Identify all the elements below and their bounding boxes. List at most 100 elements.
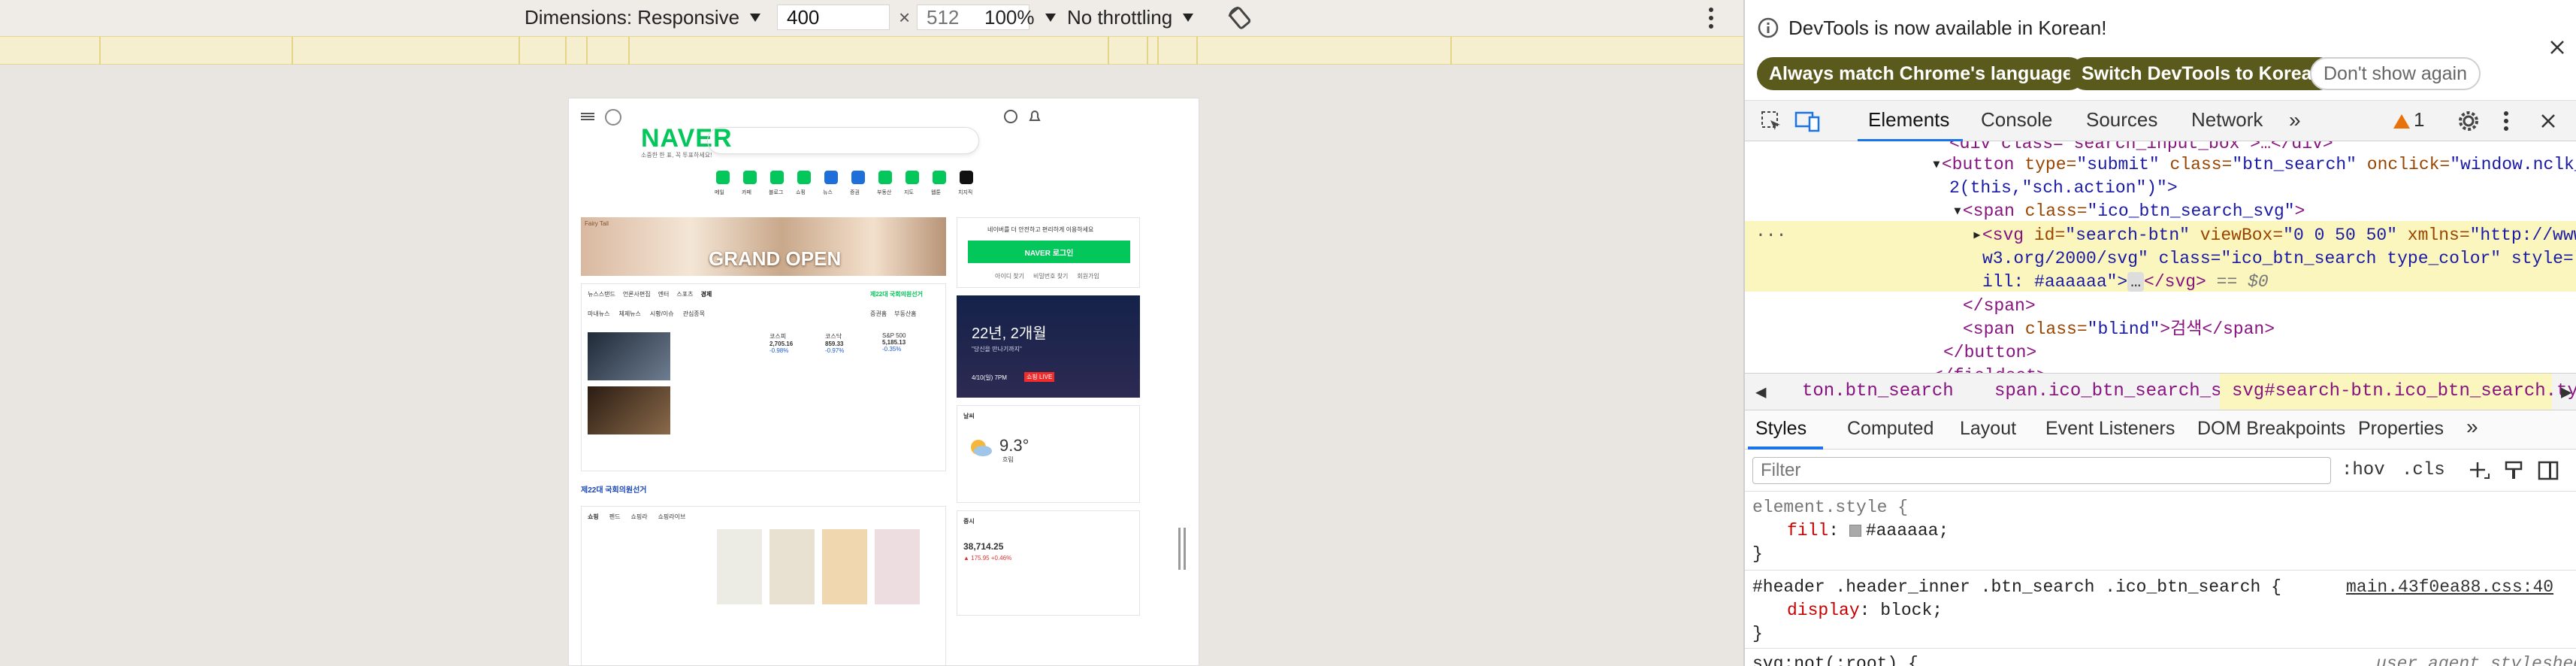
- paint-icon[interactable]: [2504, 460, 2523, 481]
- news-tab[interactable]: 경제: [700, 290, 712, 298]
- product-thumbnail[interactable]: [822, 529, 867, 604]
- news-tab[interactable]: 언론사편집: [623, 290, 651, 298]
- issues-count[interactable]: 1: [2414, 108, 2424, 132]
- news-subtab[interactable]: 마내뉴스: [588, 310, 609, 318]
- news-subtab[interactable]: 체제뉴스: [618, 310, 640, 318]
- close-devtools-icon[interactable]: [2540, 113, 2556, 129]
- shop-tab[interactable]: 쇼핑라: [630, 513, 647, 521]
- more-tabs-icon[interactable]: »: [2289, 108, 2301, 132]
- tab-computed[interactable]: Computed: [1847, 418, 1934, 440]
- stock-cell[interactable]: S&P 500 5,185.13 -0.35%: [882, 332, 906, 353]
- inspect-element-icon[interactable]: [1760, 110, 1782, 132]
- dom-line[interactable]: 2(this,"sch.action")">: [1949, 178, 2178, 198]
- tab-sources[interactable]: Sources: [2086, 108, 2157, 132]
- side-ad[interactable]: 22년, 2개월 "당신을 만나기까지" 4/10(일) 7PM 쇼핑 LIVE: [957, 295, 1140, 398]
- product-thumbnail[interactable]: [717, 529, 762, 604]
- new-rule-icon[interactable]: [2468, 460, 2490, 483]
- breadcrumb-scroll-left-icon[interactable]: ◀: [1755, 381, 1766, 404]
- shortcut-icon[interactable]: [716, 171, 730, 184]
- bell-icon[interactable]: [1027, 109, 1042, 124]
- shop-tab[interactable]: 쇼핑: [588, 513, 599, 521]
- tab-layout[interactable]: Layout: [1960, 418, 2016, 440]
- tab-styles[interactable]: Styles: [1755, 418, 1807, 440]
- color-swatch[interactable]: [1849, 525, 1861, 537]
- menu-icon[interactable]: [581, 112, 594, 121]
- dimensions-dropdown[interactable]: Dimensions: Responsive: [525, 6, 761, 29]
- shortcut-icon[interactable]: [851, 171, 865, 184]
- throttling-dropdown[interactable]: No throttling: [1067, 6, 1194, 29]
- filter-input[interactable]: [1752, 457, 2331, 484]
- zoom-dropdown[interactable]: 100%: [984, 6, 1056, 29]
- shop-tab[interactable]: 쇼핑라이브: [658, 513, 686, 521]
- gear-icon[interactable]: [2457, 110, 2480, 132]
- tab-elements[interactable]: Elements: [1868, 108, 1949, 132]
- always-match-language-button[interactable]: Always match Chrome's language: [1757, 57, 2085, 90]
- breadcrumb-scroll-right-icon[interactable]: ▶: [2561, 381, 2571, 404]
- shortcut-icon[interactable]: [960, 171, 973, 184]
- dom-line[interactable]: ▾<span class="ico_btn_search_svg">: [1952, 200, 2305, 223]
- toggle-sidebar-icon[interactable]: [2537, 460, 2559, 481]
- styles-pane[interactable]: element.style { fill: #aaaaaa; } #header…: [1745, 492, 2576, 666]
- shop-tab[interactable]: 펜드: [609, 513, 621, 521]
- tab-network[interactable]: Network: [2191, 108, 2263, 132]
- shortcut-icon[interactable]: [797, 171, 811, 184]
- tab-dom-breakpoints[interactable]: DOM Breakpoints: [2197, 418, 2345, 440]
- dom-line[interactable]: </button>: [1943, 343, 2036, 362]
- dom-line[interactable]: <div class="search_input_box">…</div>: [1949, 141, 2333, 153]
- more-options-icon[interactable]: [1706, 6, 1716, 30]
- breadcrumb-item[interactable]: span.ico_btn_search_svg: [1994, 381, 2243, 401]
- shortcut-icon[interactable]: [933, 171, 946, 184]
- news-subtab[interactable]: 관심종목: [683, 310, 705, 318]
- node-actions-icon[interactable]: ···: [1755, 224, 1786, 247]
- product-thumbnail[interactable]: [769, 529, 815, 604]
- width-input[interactable]: [777, 5, 890, 30]
- shortcut-icon[interactable]: [878, 171, 892, 184]
- resize-handle[interactable]: [1178, 528, 1186, 570]
- breadcrumb-item[interactable]: ton.btn_search: [1802, 381, 1954, 401]
- search-input[interactable]: [707, 127, 979, 154]
- tab-event-listeners[interactable]: Event Listeners: [2045, 418, 2175, 440]
- stock-cell[interactable]: 코스피 2,705.16 -0.98%: [769, 332, 793, 354]
- device-viewport[interactable]: NAVER 소중한 한 표, 꼭 투표하세요! 메일 카페 블로그 쇼핑 뉴스 증권 부동산…: [568, 98, 1199, 666]
- login-link[interactable]: 비밀번호 찾기: [1033, 272, 1068, 280]
- news-tab[interactable]: 엔터: [658, 290, 670, 298]
- more-subtabs-icon[interactable]: »: [2466, 415, 2478, 439]
- style-property[interactable]: display: block;: [1787, 599, 1943, 622]
- warning-icon[interactable]: [2393, 113, 2411, 129]
- stock-cell[interactable]: 코스닥 859.33 -0.97%: [825, 332, 844, 354]
- dom-line[interactable]: </fieldset>: [1933, 366, 2047, 373]
- login-link[interactable]: 아이디 찾기: [995, 272, 1024, 280]
- device-toggle-icon[interactable]: [1794, 110, 1820, 132]
- banner-ad[interactable]: GRAND OPEN Fairy Tail: [581, 217, 946, 276]
- tab-console[interactable]: Console: [1981, 108, 2052, 132]
- tab-properties[interactable]: Properties: [2358, 418, 2444, 440]
- market-tag[interactable]: 증권홈: [870, 310, 887, 318]
- dom-line[interactable]: <span class="blind">검색</span>: [1963, 318, 2275, 341]
- login-button[interactable]: NAVER 로그인: [968, 241, 1130, 263]
- rotate-icon[interactable]: [1226, 5, 1253, 32]
- election-badge[interactable]: 제22대 국회의원선거: [870, 290, 923, 298]
- avatar[interactable]: [605, 109, 621, 126]
- news-thumbnail[interactable]: [588, 386, 670, 434]
- election-title[interactable]: 제22대 국회의원선거: [581, 483, 647, 495]
- switch-to-korean-button[interactable]: Switch DevTools to Korean: [2070, 57, 2336, 90]
- shortcut-icon[interactable]: [770, 171, 784, 184]
- dont-show-again-button[interactable]: Don't show again: [2310, 57, 2481, 90]
- shortcut-icon[interactable]: [824, 171, 838, 184]
- shortcut-icon[interactable]: [906, 171, 919, 184]
- shortcut-icon[interactable]: [743, 171, 757, 184]
- news-thumbnail[interactable]: [588, 332, 670, 380]
- stylesheet-link[interactable]: main.43f0ea88.css:40: [2346, 576, 2553, 599]
- product-thumbnail[interactable]: [875, 529, 920, 604]
- news-tab[interactable]: 뉴스스탠드: [588, 290, 615, 298]
- hov-toggle[interactable]: :hov: [2342, 460, 2385, 480]
- close-icon[interactable]: [2549, 39, 2565, 56]
- chat-icon[interactable]: [1003, 109, 1018, 124]
- market-tag[interactable]: 부동산홈: [894, 310, 916, 318]
- cls-toggle[interactable]: .cls: [2402, 460, 2445, 480]
- style-property[interactable]: fill: #aaaaaa;: [1787, 519, 1949, 543]
- elements-tree[interactable]: <div class="search_input_box">…</div> ▾<…: [1745, 141, 2576, 373]
- news-subtab[interactable]: 시황/이슈: [650, 310, 674, 318]
- news-tab[interactable]: 스포츠: [676, 290, 693, 298]
- dom-line[interactable]: ▾<button type="submit" class="btn_search…: [1931, 153, 2576, 177]
